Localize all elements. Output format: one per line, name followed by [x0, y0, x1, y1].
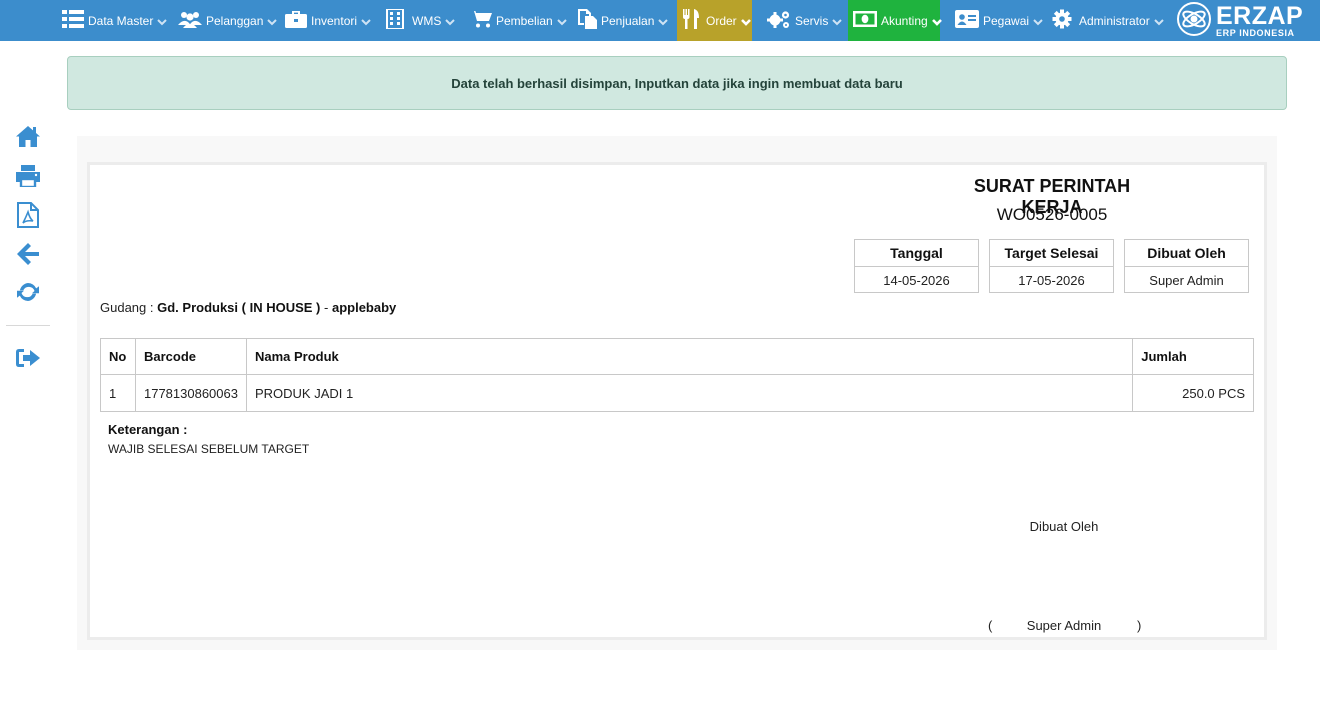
chevron-down-icon [361, 16, 371, 26]
keterangan-label: Keterangan : [108, 422, 188, 437]
nav-pembelian[interactable]: Pembelian [470, 0, 567, 41]
nav-servis[interactable]: Servis [767, 0, 843, 41]
nav-penjualan[interactable]: Penjualan [577, 0, 669, 41]
chevron-down-icon [157, 16, 168, 26]
info-label: Tanggal [855, 240, 978, 267]
chevron-down-icon [1033, 16, 1043, 26]
pdf-icon[interactable] [15, 201, 40, 228]
info-value: 14-05-2026 [883, 272, 950, 288]
nav-label: Akunting [881, 13, 928, 28]
document-number: WO0526-0005 [996, 205, 1108, 224]
info-label: Dibuat Oleh [1125, 240, 1248, 267]
chevron-down-icon [556, 16, 567, 26]
chevron-down-icon [445, 16, 456, 26]
nav-label: Pegawai [983, 13, 1030, 28]
info-dibuat-oleh: Dibuat Oleh Super Admin [1124, 239, 1249, 293]
nav-label: Administrator [1079, 13, 1150, 28]
gudang-value: Gd. Produksi ( IN HOUSE ) [157, 300, 321, 315]
nav-akunting[interactable]: Akunting [848, 0, 942, 41]
col-header-qty: Jumlah [1132, 338, 1254, 375]
building-icon [386, 8, 404, 32]
info-tanggal: Tanggal 14-05-2026 [854, 239, 979, 293]
cell-qty: 250.0 PCS [1132, 374, 1254, 412]
print-icon[interactable] [15, 163, 40, 188]
chevron-down-icon [658, 16, 669, 26]
col-header-product: Nama Produk [245, 338, 1134, 375]
col-header-no: No [100, 338, 136, 375]
signature-label: Dibuat Oleh [1029, 519, 1099, 534]
table-header-row: No Barcode Nama Produk Jumlah [100, 338, 1254, 375]
signature-paren-close: ) [1137, 618, 1142, 633]
nav-label: Servis [795, 13, 829, 28]
files-icon [577, 9, 597, 32]
nav-label: Pelanggan [206, 13, 264, 28]
nav-pegawai[interactable]: Pegawai [955, 0, 1043, 41]
col-header-barcode: Barcode [134, 338, 247, 375]
users-icon [178, 10, 202, 31]
sign-out-icon[interactable] [15, 345, 40, 370]
cell-product: PRODUK JADI 1 [245, 374, 1134, 412]
chevron-down-icon [267, 16, 278, 26]
product-table: No Barcode Nama Produk Jumlah 1 17781308… [100, 338, 1254, 412]
info-label: Target Selesai [990, 240, 1113, 267]
gudang-label: Gudang : [100, 300, 154, 315]
nav-label: Inventori [311, 13, 358, 28]
info-target-selesai: Target Selesai 17-05-2026 [989, 239, 1114, 293]
nav-data-master[interactable]: Data Master [62, 0, 168, 41]
nav-wms[interactable]: WMS [386, 0, 456, 41]
brand-logo[interactable]: ERZAP ERP INDONESIA [1176, 1, 1304, 42]
home-icon[interactable] [15, 124, 40, 149]
cart-icon [470, 10, 492, 31]
nav-label: Data Master [88, 13, 154, 28]
cell-no: 1 [100, 374, 136, 412]
success-alert: Data telah berhasil disimpan, Inputkan d… [67, 56, 1287, 110]
sidebar-divider [6, 325, 50, 326]
nav-label: Pembelian [496, 13, 553, 28]
money-icon [853, 11, 877, 30]
atom-logo-icon [1176, 1, 1212, 42]
refresh-icon[interactable] [15, 279, 40, 304]
info-value: 17-05-2026 [1018, 272, 1085, 288]
info-value: Super Admin [1149, 272, 1224, 288]
nav-order[interactable]: Order [677, 0, 752, 41]
cutlery-icon [683, 9, 699, 32]
nav-label: Penjualan [601, 13, 655, 28]
gears-icon [767, 9, 791, 32]
chevron-down-icon [931, 16, 942, 26]
arrow-left-icon[interactable] [15, 241, 40, 266]
signature-paren-open: ( [988, 618, 993, 633]
signature-name: Super Admin [1026, 618, 1102, 633]
chevron-down-icon [740, 16, 751, 26]
brand-subtitle: ERP INDONESIA [1216, 28, 1295, 38]
cell-barcode: 1778130860063 [134, 374, 247, 412]
gudang-owner: applebaby [331, 300, 397, 315]
nav-label: WMS [412, 13, 442, 28]
gear-icon [1052, 9, 1072, 32]
table-row: 1 1778130860063 PRODUK JADI 1 250.0 PCS [100, 374, 1254, 412]
id-card-icon [955, 10, 979, 31]
nav-inventori[interactable]: Inventori [285, 0, 371, 41]
brand-name: ERZAP [1216, 2, 1304, 30]
chevron-down-icon [832, 16, 843, 26]
nav-pelanggan[interactable]: Pelanggan [178, 0, 278, 41]
chevron-down-icon [1153, 16, 1164, 26]
top-navbar: Data Master Pelanggan Inventori WMS Pemb… [0, 0, 1320, 41]
gudang-separator: - [324, 300, 329, 315]
list-icon [62, 10, 84, 31]
briefcase-icon [285, 10, 307, 31]
nav-label: Order [706, 13, 737, 28]
alert-message: Data telah berhasil disimpan, Inputkan d… [451, 75, 903, 91]
nav-administrator[interactable]: Administrator [1052, 0, 1164, 41]
keterangan-text: WAJIB SELESAI SEBELUM TARGET [108, 442, 310, 456]
gudang-line: Gudang : Gd. Produksi ( IN HOUSE ) - app… [100, 300, 396, 315]
